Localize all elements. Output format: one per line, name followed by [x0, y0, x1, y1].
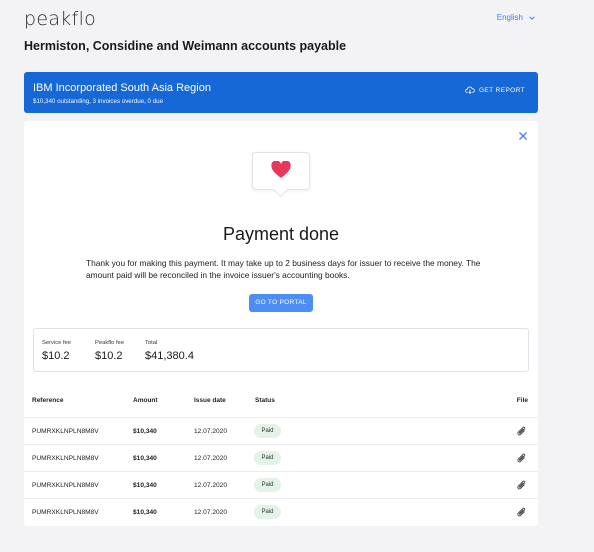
cloud-download-icon — [465, 86, 475, 94]
language-label: English — [496, 13, 523, 22]
fees-summary: Service fee $10.2 Peakflo fee $10.2 Tota… — [33, 328, 529, 372]
column-header-status: Status — [255, 397, 275, 404]
peakflo-fee: Peakflo fee $10.2 — [95, 340, 124, 362]
amount-cell: $10,340 — [133, 509, 157, 516]
get-report-button[interactable]: GET REPORT — [465, 85, 525, 95]
status-badge: Paid — [254, 505, 281, 519]
peakflo-logo: peakflo — [24, 8, 97, 30]
reference-cell: PUMRXKLNPLN8M8V — [32, 455, 99, 462]
language-selector[interactable]: English — [497, 13, 536, 22]
go-to-portal-button[interactable]: GO TO PORTAL — [249, 294, 313, 312]
column-header-reference: Reference — [32, 397, 64, 404]
status-badge: Paid — [254, 478, 281, 492]
company-banner: IBM Incorporated South Asia Region $10,3… — [24, 72, 538, 113]
status-badge: Paid — [254, 451, 281, 465]
payment-card: Payment done Thank you for making this p… — [24, 121, 538, 526]
column-header-issue-date: Issue date — [194, 397, 226, 404]
payment-done-title: Payment done — [222, 224, 340, 244]
paperclip-icon[interactable] — [517, 426, 527, 437]
reference-cell: PUMRXKLNPLN8M8V — [32, 428, 99, 435]
heart-icon — [271, 161, 291, 178]
issue-date-cell: 12.07.2020 — [194, 482, 228, 489]
column-header-amount: Amount — [133, 397, 158, 404]
issue-date-cell: 12.07.2020 — [194, 509, 228, 516]
peakflo-fee-label: Peakflo fee — [95, 340, 125, 346]
paperclip-icon[interactable] — [517, 480, 527, 491]
status-badge: Paid — [254, 424, 281, 438]
table-row: PUMRXKLNPLN8M8V $10,340 12.07.2020 Paid — [24, 444, 538, 472]
company-name: IBM Incorporated South Asia Region — [33, 82, 211, 94]
peakflo-fee-value: $10.2 — [95, 350, 123, 362]
reference-cell: PUMRXKLNPLN8M8V — [32, 482, 99, 489]
paperclip-icon[interactable] — [517, 507, 527, 518]
issue-date-cell: 12.07.2020 — [194, 455, 228, 462]
amount-cell: $10,340 — [133, 482, 157, 489]
page-title: Hermiston, Considine and Weimann account… — [24, 39, 347, 53]
payment-message: Thank you for making this payment. It ma… — [86, 258, 481, 280]
total-value: $41,380.4 — [145, 350, 194, 362]
issue-date-cell: 12.07.2020 — [194, 428, 228, 435]
column-header-file: File — [516, 397, 528, 404]
amount-cell: $10,340 — [133, 455, 157, 462]
paperclip-icon[interactable] — [517, 453, 527, 464]
chevron-down-icon — [529, 15, 535, 20]
reference-cell: PUMRXKLNPLN8M8V — [32, 509, 99, 516]
get-report-label: GET REPORT — [478, 86, 525, 94]
table-row: PUMRXKLNPLN8M8V $10,340 12.07.2020 Paid — [24, 471, 538, 499]
heart-bubble — [252, 152, 310, 198]
table-row: PUMRXKLNPLN8M8V $10,340 12.07.2020 Paid — [24, 417, 538, 445]
table-row: PUMRXKLNPLN8M8V $10,340 12.07.2020 Paid — [24, 498, 538, 526]
total-label: Total — [145, 340, 158, 346]
close-icon[interactable] — [518, 131, 528, 141]
service-fee: Service fee $10.2 — [42, 340, 71, 362]
total-fee: Total $41,380.4 — [145, 340, 194, 362]
service-fee-value: $10.2 — [42, 350, 70, 362]
service-fee-label: Service fee — [42, 340, 71, 346]
amount-cell: $10,340 — [133, 428, 157, 435]
company-summary: $10,340 outstanding, 3 invoices overdue,… — [33, 98, 164, 105]
